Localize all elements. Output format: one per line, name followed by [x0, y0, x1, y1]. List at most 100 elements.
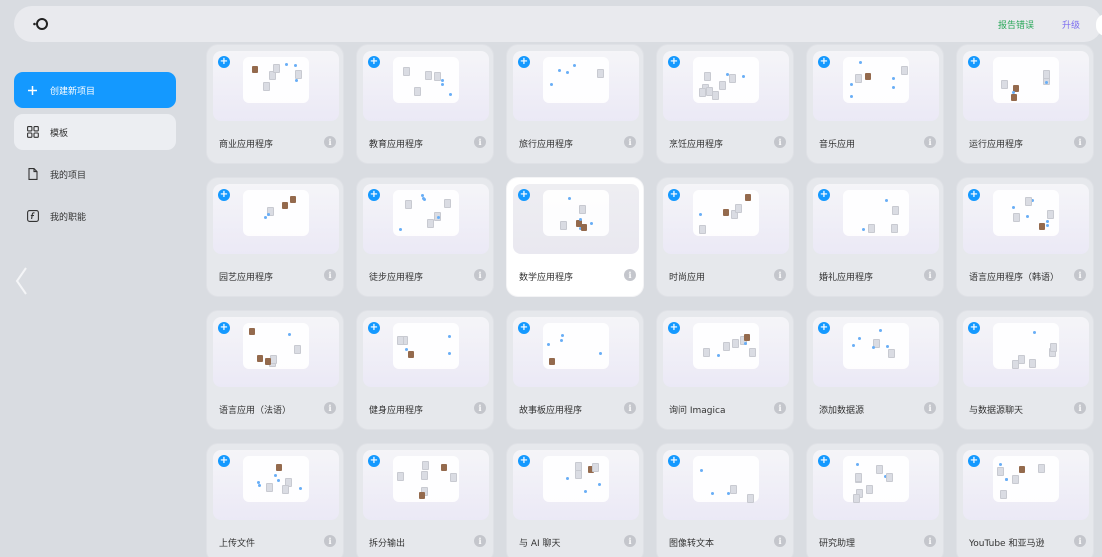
template-card[interactable]: + 教育应用程序 i	[356, 44, 494, 164]
add-template-icon[interactable]: +	[218, 56, 230, 68]
add-template-icon[interactable]: +	[218, 322, 230, 334]
add-template-icon[interactable]: +	[968, 56, 980, 68]
info-icon[interactable]: i	[474, 269, 486, 281]
info-icon[interactable]: i	[624, 535, 636, 547]
template-card[interactable]: + 研究助理 i	[806, 443, 944, 557]
template-preview	[363, 51, 489, 121]
template-card[interactable]: + 询问 Imagica i	[656, 310, 794, 430]
preview-node	[891, 206, 899, 215]
add-template-icon[interactable]: +	[368, 56, 380, 68]
template-card[interactable]: + 图像转文本 i	[656, 443, 794, 557]
add-template-icon[interactable]: +	[518, 455, 530, 467]
template-preview	[213, 450, 339, 520]
add-template-icon[interactable]: +	[668, 56, 680, 68]
template-card[interactable]: + YouTube 和亚马逊 i	[956, 443, 1094, 557]
template-card[interactable]: + 旅行应用程序 i	[506, 44, 644, 164]
info-icon[interactable]: i	[1074, 269, 1086, 281]
info-icon[interactable]: i	[924, 535, 936, 547]
template-card[interactable]: + 上传文件 i	[206, 443, 344, 557]
info-icon[interactable]: i	[474, 402, 486, 414]
preview-node	[1047, 209, 1055, 219]
add-template-icon[interactable]: +	[668, 455, 680, 467]
template-card[interactable]: + 时尚应用 i	[656, 177, 794, 297]
template-card[interactable]: + 故事板应用程序 i	[506, 310, 644, 430]
info-icon[interactable]: i	[474, 535, 486, 547]
add-template-icon[interactable]: +	[668, 189, 680, 201]
template-card[interactable]: + 婚礼应用程序 i	[806, 177, 944, 297]
add-template-icon[interactable]: +	[368, 455, 380, 467]
info-icon[interactable]: i	[624, 136, 636, 148]
preview-node	[256, 354, 263, 362]
template-card[interactable]: + 园艺应用程序 i	[206, 177, 344, 297]
add-template-icon[interactable]: +	[518, 56, 530, 68]
info-icon[interactable]: i	[624, 269, 636, 281]
add-template-icon[interactable]: +	[818, 56, 830, 68]
template-card[interactable]: + 徒步应用程序 i	[356, 177, 494, 297]
info-icon[interactable]: i	[324, 136, 336, 148]
info-icon[interactable]: i	[774, 535, 786, 547]
template-card[interactable]: + 语言应用（法语） i	[206, 310, 344, 430]
report-error-link[interactable]: 报告错误	[998, 18, 1034, 31]
preview-canvas	[993, 190, 1059, 236]
preview-node	[592, 463, 600, 473]
add-template-icon[interactable]: +	[968, 455, 980, 467]
add-template-icon[interactable]: +	[818, 189, 830, 201]
template-title: 询问 Imagica	[669, 406, 726, 416]
sidebar-item-my-projects[interactable]: 我的项目	[14, 156, 176, 192]
add-template-icon[interactable]: +	[518, 189, 530, 201]
template-card[interactable]: + 数学应用程序 i	[506, 177, 644, 297]
info-icon[interactable]: i	[624, 402, 636, 414]
template-card[interactable]: + 健身应用程序 i	[356, 310, 494, 430]
info-icon[interactable]: i	[924, 136, 936, 148]
create-new-project-button[interactable]: 创建新项目	[14, 72, 176, 108]
info-icon[interactable]: i	[324, 402, 336, 414]
preview-node	[403, 67, 411, 77]
info-icon[interactable]: i	[1074, 136, 1086, 148]
info-icon[interactable]: i	[1074, 402, 1086, 414]
preview-canvas	[393, 190, 459, 236]
add-template-icon[interactable]: +	[368, 189, 380, 201]
template-title: 与 AI 聊天	[519, 539, 561, 549]
preview-node	[282, 201, 289, 209]
info-icon[interactable]: i	[774, 136, 786, 148]
avatar[interactable]	[1096, 14, 1102, 36]
info-icon[interactable]: i	[924, 402, 936, 414]
info-icon[interactable]: i	[924, 269, 936, 281]
template-card[interactable]: + 添加数据源 i	[806, 310, 944, 430]
add-template-icon[interactable]: +	[668, 322, 680, 334]
preview-canvas	[693, 190, 759, 236]
add-template-icon[interactable]: +	[368, 322, 380, 334]
preview-node	[885, 473, 893, 483]
template-card[interactable]: + 与数据源聊天 i	[956, 310, 1094, 430]
preview-canvas	[243, 190, 309, 236]
add-template-icon[interactable]: +	[968, 189, 980, 201]
add-template-icon[interactable]: +	[218, 189, 230, 201]
sidebar-item-templates[interactable]: 模板	[14, 114, 176, 150]
chevron-left-icon[interactable]	[14, 266, 30, 296]
add-template-icon[interactable]: +	[968, 322, 980, 334]
template-card[interactable]: + 运行应用程序 i	[956, 44, 1094, 164]
logo-icon[interactable]	[32, 16, 48, 32]
info-icon[interactable]: i	[774, 402, 786, 414]
add-template-icon[interactable]: +	[218, 455, 230, 467]
add-template-icon[interactable]: +	[818, 455, 830, 467]
add-template-icon[interactable]: +	[518, 322, 530, 334]
template-card[interactable]: + 语言应用程序（韩语） i	[956, 177, 1094, 297]
info-icon[interactable]: i	[324, 269, 336, 281]
template-card[interactable]: + 音乐应用 i	[806, 44, 944, 164]
info-icon[interactable]: i	[324, 535, 336, 547]
preview-node	[878, 328, 882, 332]
template-card[interactable]: + 商业应用程序 i	[206, 44, 344, 164]
add-template-icon[interactable]: +	[818, 322, 830, 334]
preview-node	[886, 345, 890, 349]
preview-node	[729, 73, 737, 83]
info-icon[interactable]: i	[1074, 535, 1086, 547]
template-card[interactable]: + 烹饪应用程序 i	[656, 44, 794, 164]
sidebar-item-my-functions[interactable]: 我的职能	[14, 198, 176, 234]
preview-canvas	[693, 57, 759, 103]
info-icon[interactable]: i	[774, 269, 786, 281]
template-card[interactable]: + 与 AI 聊天 i	[506, 443, 644, 557]
template-card[interactable]: + 拆分输出 i	[356, 443, 494, 557]
upgrade-link[interactable]: 升级	[1062, 18, 1080, 31]
info-icon[interactable]: i	[474, 136, 486, 148]
